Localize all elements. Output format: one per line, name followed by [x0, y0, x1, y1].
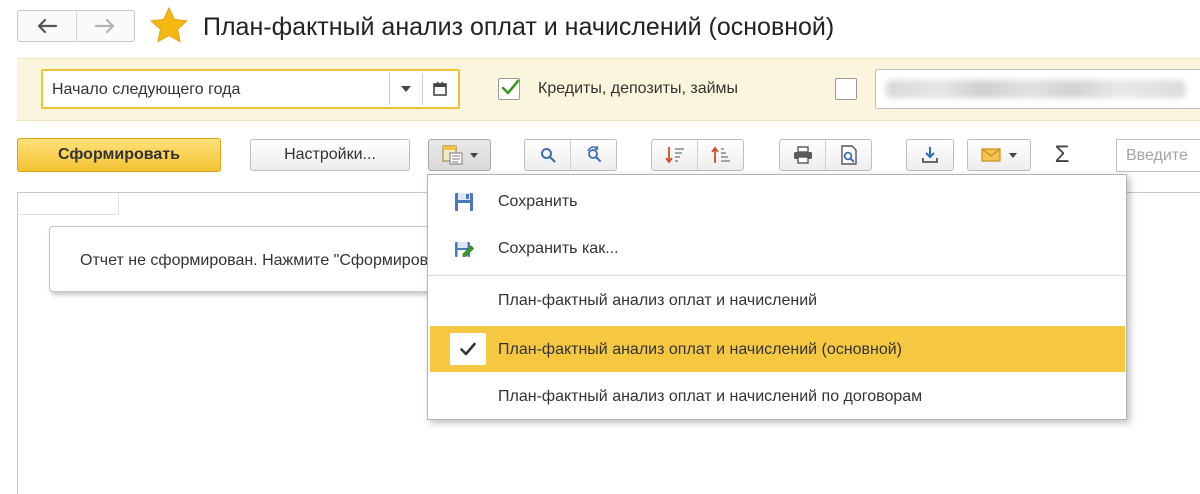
menu-item-label: План-фактный анализ оплат и начислений	[498, 292, 818, 309]
checkmark-icon	[460, 342, 476, 356]
back-button[interactable]	[18, 11, 76, 41]
sort-button-group	[651, 139, 744, 171]
menu-item-label: Сохранить	[498, 193, 578, 210]
credits-checkbox-label: Кредиты, депозиты, займы	[538, 80, 739, 97]
settings-button[interactable]: Настройки...	[250, 139, 410, 171]
print-preview-icon	[840, 145, 857, 165]
arrow-right-icon	[95, 18, 115, 34]
envelope-icon	[981, 148, 1001, 162]
sum-field[interactable]: Введите	[1116, 139, 1200, 172]
triangle-down-icon	[1009, 152, 1017, 158]
organization-field[interactable]	[875, 69, 1200, 109]
menu-item-save-as[interactable]: Сохранить как...	[428, 225, 1126, 273]
menu-separator	[428, 275, 1126, 276]
search-button[interactable]	[525, 140, 570, 170]
triangle-down-icon	[469, 152, 478, 158]
save-as-icon	[455, 242, 474, 257]
floppy-disk-icon	[455, 193, 473, 211]
menu-item-label: План-фактный анализ оплат и начислений п…	[498, 388, 923, 405]
page-title: План-фактный анализ оплат и начислений (…	[203, 13, 835, 41]
download-icon	[922, 147, 938, 163]
divider	[422, 73, 423, 105]
arrow-left-icon	[37, 18, 57, 34]
divider	[389, 73, 390, 105]
search-icon	[540, 148, 556, 163]
print-button-group	[779, 139, 872, 171]
checkmark-icon	[501, 79, 520, 95]
menu-item-variant[interactable]: План-фактный анализ оплат и начислений п…	[428, 373, 1126, 421]
send-email-button[interactable]	[967, 139, 1031, 171]
triangle-down-icon	[401, 86, 411, 92]
search-next-icon	[586, 146, 601, 162]
menu-item-variant[interactable]: План-фактный анализ оплат и начислений	[428, 277, 1126, 325]
search-replace-button[interactable]	[570, 140, 616, 170]
sort-descending-icon	[664, 147, 684, 164]
generate-button[interactable]: Сформировать	[17, 138, 221, 172]
favorite-button[interactable]	[147, 4, 191, 48]
divider	[17, 214, 119, 215]
credits-checkbox[interactable]	[498, 78, 520, 100]
notice-text: Отчет не сформирован. Нажмите "Сформиров…	[80, 252, 438, 269]
calendar-icon	[433, 82, 447, 96]
menu-item-variant-selected[interactable]: План-фактный анализ оплат и начислений (…	[430, 326, 1125, 372]
sort-ascending-button[interactable]	[697, 140, 743, 170]
sort-descending-button[interactable]	[652, 140, 697, 170]
menu-item-save[interactable]: Сохранить	[428, 178, 1126, 226]
forward-button[interactable]	[75, 11, 135, 41]
period-dropdown-button[interactable]	[395, 80, 417, 98]
print-button[interactable]	[780, 140, 825, 170]
sort-ascending-icon	[710, 146, 730, 163]
second-checkbox[interactable]	[835, 78, 857, 100]
period-value: Начало следующего года	[52, 81, 241, 98]
period-calendar-button[interactable]	[428, 79, 452, 99]
sum-icon: Σ	[1054, 141, 1070, 168]
menu-item-label: Сохранить как...	[498, 240, 619, 257]
navigation-buttons	[17, 10, 135, 42]
menu-item-label: План-фактный анализ оплат и начислений (…	[498, 341, 902, 358]
report-variants-button[interactable]	[428, 139, 491, 171]
report-not-generated-notice: Отчет не сформирован. Нажмите "Сформиров…	[49, 226, 439, 292]
save-to-file-button[interactable]	[906, 139, 954, 171]
obscured-value	[886, 80, 1186, 98]
print-preview-button[interactable]	[825, 140, 871, 170]
selected-marker	[450, 333, 486, 365]
search-button-group	[524, 139, 617, 171]
star-icon	[150, 6, 188, 43]
report-variants-menu: Сохранить Сохранить как... План-фактный …	[427, 174, 1127, 420]
printer-icon	[793, 146, 812, 164]
divider	[118, 193, 119, 214]
report-variants-icon	[441, 145, 463, 165]
